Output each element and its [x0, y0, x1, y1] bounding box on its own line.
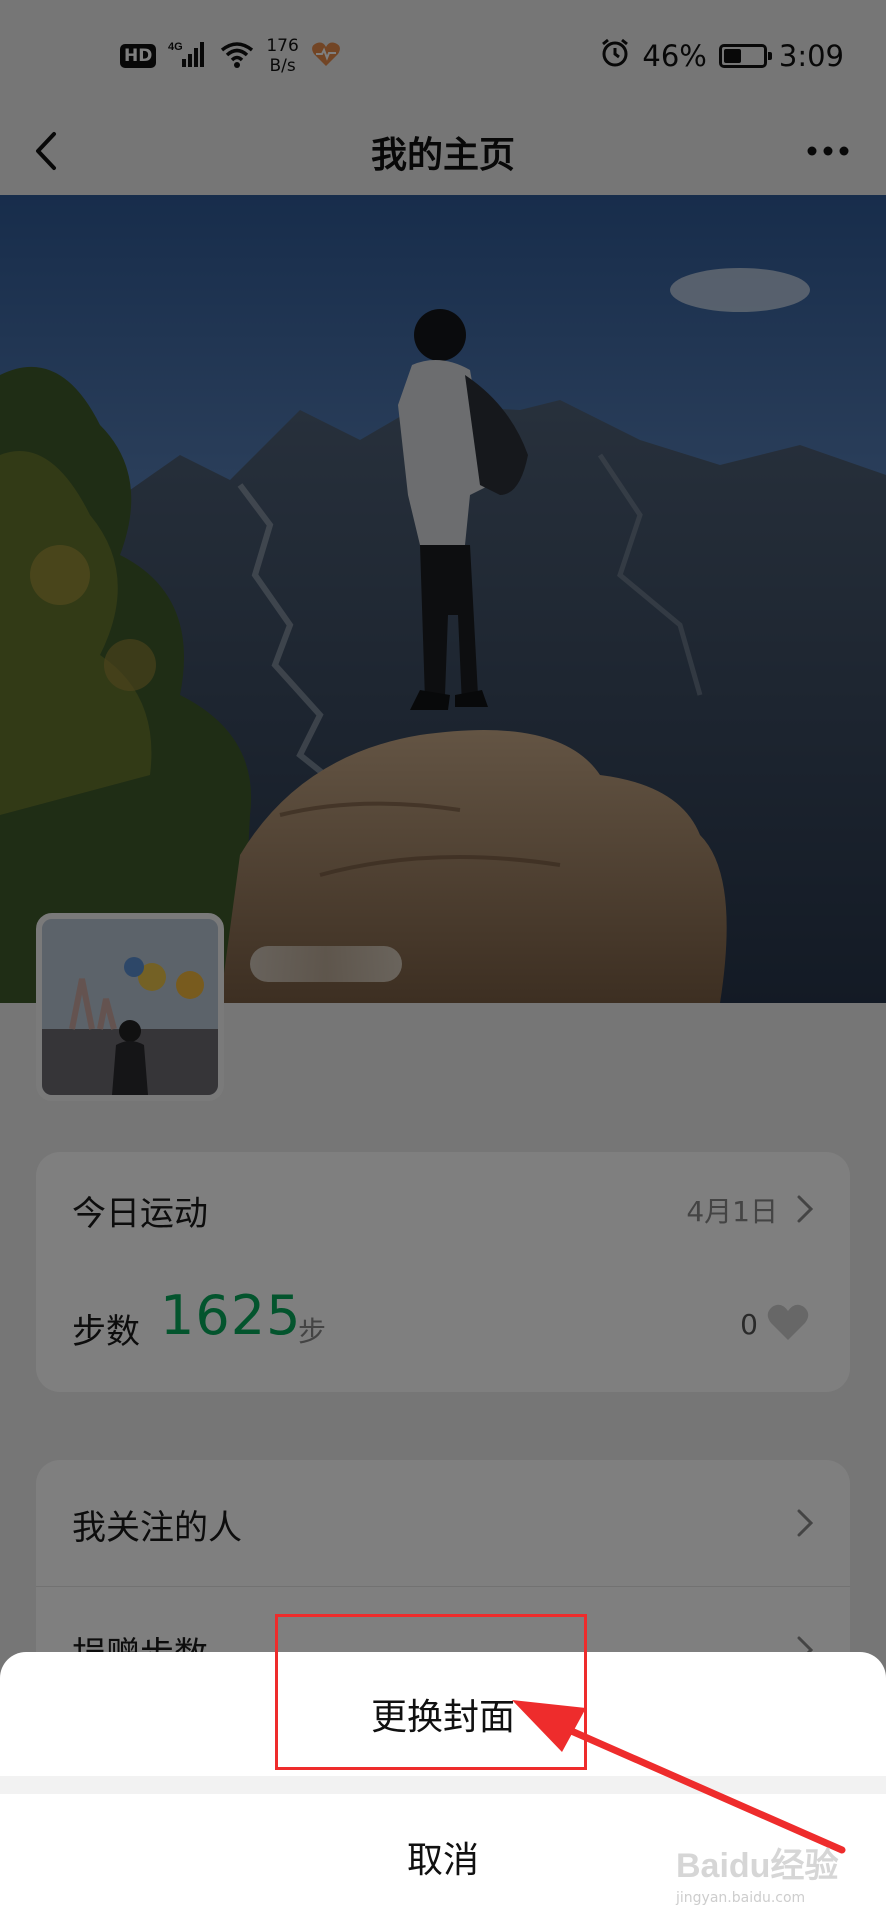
annotation-highlight-box: [275, 1614, 587, 1770]
baidu-watermark-url: jingyan.baidu.com: [676, 1890, 806, 1906]
action-sheet-divider: [0, 1776, 886, 1794]
baidu-watermark: Baidu经验: [676, 1847, 839, 1885]
